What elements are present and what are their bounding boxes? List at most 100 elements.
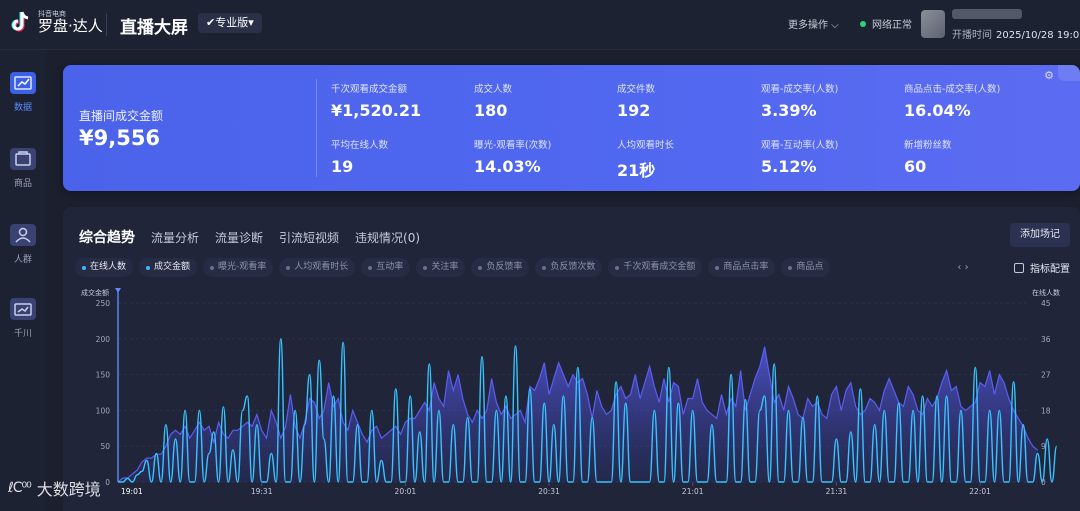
chip-label: 人均观看时长 [294,262,349,272]
people-icon [10,224,36,246]
network-status: 网络正常 [860,16,912,31]
chip-dot [286,265,291,270]
chip-follow-rate[interactable]: 关注率 [416,258,466,277]
metric-label: 商品点击-成交率(人数) [904,84,1001,95]
sidebar-item-people[interactable]: 人群 [0,224,46,265]
metric-value: 21秒 [617,161,656,180]
logo-title: 罗盘·达人 [38,16,103,35]
chip-dot [542,265,547,270]
metric-label: 曝光-观看率(次数) [474,140,552,151]
chip-dot [788,265,793,270]
gmv-label: 直播间成交金额 [79,109,164,123]
tab-violations[interactable]: 违规情况(0) [355,229,420,246]
watermark-text: 大数跨境 [36,480,101,499]
metric-value: 180 [474,101,508,120]
chip-interaction-rate[interactable]: 互动率 [361,258,411,277]
live-dashboard: 抖音电商 罗盘·达人 直播大屏 ✔专业版▾ 更多操作 ⌵ 网络正常 开播时间 20… [0,0,1080,511]
metric-value: 5.12% [761,157,817,176]
header-divider [106,14,107,36]
chip-label: 负反馈次数 [550,262,596,272]
watermark: ℓC⁰⁰ 大数跨境 [8,476,101,500]
page-title: 直播大屏 [120,18,188,38]
trend-chart: 成交金额 在线人数 250200150100500 4536271890 19:… [81,288,1060,496]
x-tick-label: 21:01 [682,487,704,496]
top-bar: 抖音电商 罗盘·达人 直播大屏 ✔专业版▾ 更多操作 ⌵ 网络正常 开播时间 20… [0,0,1080,50]
x-tick-label: 19:31 [251,487,273,496]
watermark-logo: ℓC⁰⁰ [8,480,32,496]
panel-tabs: 综合趋势 流量分析 流量诊断 引流短视频 违规情况(0) [79,227,436,247]
y-tick-left: 50 [100,442,110,451]
gear-icon[interactable]: ⚙ [1042,69,1056,83]
start-time-label: 开播时间 [952,30,992,41]
x-tick-label: 22:01 [969,487,991,496]
qianchuan-icon [10,298,36,320]
chip-negative-feedback-count[interactable]: 负反馈次数 [535,258,603,277]
gmv-value: ¥9,556 [79,126,161,150]
y-tick-left: 250 [96,299,111,308]
metric-exposure-view-rate: 曝光-观看率(次数) 14.03% [474,137,551,176]
metric-label: 成交件数 [617,84,656,95]
chip-label: 商品点 [796,262,824,272]
chip-dot [423,265,428,270]
sidebar-item-data[interactable]: 数据 [0,72,46,113]
edition-dropdown[interactable]: ✔专业版▾ [198,13,262,33]
chip-gpm[interactable]: 千次观看成交金额 [608,258,703,277]
metric-buyers: 成交人数 180 [474,81,512,120]
metric-value: 192 [617,101,651,120]
chip-label: 成交金额 [154,262,191,272]
metric-value: 19 [331,157,354,176]
tab-overall-trend[interactable]: 综合趋势 [79,227,135,247]
tab-short-video[interactable]: 引流短视频 [279,229,339,246]
chip-label: 关注率 [431,262,459,272]
chip-dot [368,265,373,270]
chip-avg-watch-time[interactable]: 人均观看时长 [279,258,356,277]
chip-scroll-arrows[interactable]: ‹ › [951,258,975,277]
more-actions-dropdown[interactable]: 更多操作 ⌵ [788,16,839,31]
tab-traffic-diagnosis[interactable]: 流量诊断 [215,229,263,246]
x-tick-label: 20:01 [395,487,417,496]
chip-dot [210,265,215,270]
y-tick-left: 100 [96,406,111,415]
sidebar-item-qianchuan[interactable]: 千川 [0,298,46,339]
metric-label: 观看-成交率(人数) [761,84,839,95]
y-tick-left: 0 [105,478,110,487]
sidebar-item-label: 千川 [13,329,32,339]
sidebar-item-goods[interactable]: 商品 [0,148,46,189]
kpi-corner-tab[interactable] [1058,65,1080,81]
metric-value: 60 [904,157,927,176]
sidebar-item-label: 数据 [13,103,32,113]
metric-view-conversion: 观看-成交率(人数) 3.39% [761,81,838,120]
chip-dot [146,265,151,270]
add-record-button[interactable]: 添加场记 [1010,223,1070,247]
sidebar: 数据 商品 人群 千川 [0,50,46,511]
y-tick-right: 27 [1041,371,1051,380]
chip-label: 千次观看成交金额 [623,262,696,272]
chip-negative-feedback-rate[interactable]: 负反馈率 [471,258,530,277]
config-icon [1014,262,1024,273]
chip-label: 负反馈率 [486,262,523,272]
tab-traffic-analysis[interactable]: 流量分析 [151,229,199,246]
chip-product-click-rate[interactable]: 商品点击率 [708,258,776,277]
metric-value: 14.03% [474,157,541,176]
config-label: 指标配置 [1030,264,1070,275]
metric-label: 平均在线人数 [331,140,389,151]
left-axis-title: 成交金额 [81,288,109,297]
metric-chips: 在线人数 成交金额 曝光-观看率 人均观看时长 互动率 关注率 负反馈率 负反馈… [75,258,836,277]
metric-label: 观看-互动率(人数) [761,140,839,151]
metric-value: 3.39% [761,101,817,120]
chip-product-point[interactable]: 商品点 [781,258,831,277]
avatar[interactable] [921,10,945,38]
metric-config-button[interactable]: 指标配置 [1014,258,1070,277]
metric-label: 成交人数 [474,84,513,95]
chip-label: 商品点击率 [723,262,769,272]
chip-online-users[interactable]: 在线人数 [75,258,134,277]
chip-gmv[interactable]: 成交金额 [139,258,198,277]
chip-exposure-view-rate[interactable]: 曝光-观看率 [203,258,274,277]
chart-icon [10,72,36,94]
account-name-blurred [952,9,1022,19]
chip-label: 在线人数 [90,262,127,272]
cursor-marker-icon [115,288,121,293]
app-logo[interactable]: 抖音电商 罗盘·达人 [10,10,103,34]
kpi-summary-card: ⚙ 直播间成交金额 ¥9,556 千次观看成交金额 ¥1,520.21 成交人数… [63,65,1080,191]
sidebar-item-label: 商品 [13,179,32,189]
